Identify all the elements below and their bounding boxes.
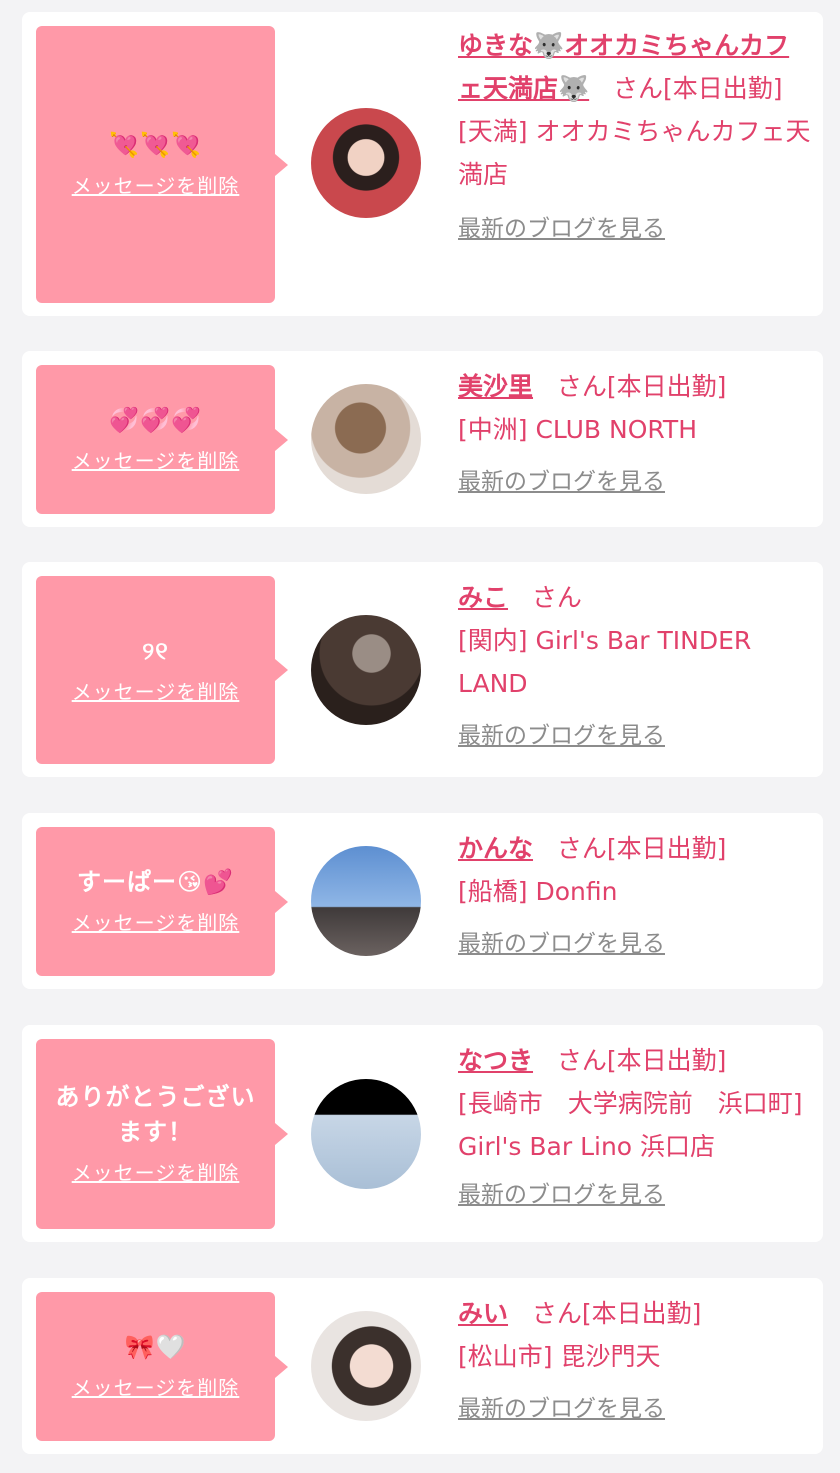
message-text: ありがとうございます！ xyxy=(55,1083,256,1146)
honorific: さん xyxy=(531,583,582,612)
avatar[interactable] xyxy=(311,1311,421,1421)
message-card: ありがとうございます！ メッセージを削除 なつき さん[本日出勤] [長崎市 大… xyxy=(22,1025,823,1242)
honorific: さん xyxy=(556,1046,607,1075)
message-card: すーぱー😘💕 メッセージを削除 かんな さん[本日出勤] [船橋] Donfin… xyxy=(22,813,823,989)
cast-info: 美沙里 さん[本日出勤] [中洲] CLUB NORTH 最新のブログを見る xyxy=(458,365,814,499)
message-text: ୨୧ xyxy=(142,636,169,665)
cast-info: みい さん[本日出勤] [松山市] 毘沙門天 最新のブログを見る xyxy=(458,1292,814,1426)
latest-blog-link[interactable]: 最新のブログを見る xyxy=(458,719,665,753)
avatar[interactable] xyxy=(311,108,421,218)
attendance-status: [本日出勤] xyxy=(606,1046,727,1075)
shop-name: [中洲] CLUB NORTH xyxy=(458,415,697,444)
message-card: 💘💘💘 メッセージを削除 ゆきな🐺オオカミちゃんカフェ天満店🐺 さん[本日出勤]… xyxy=(22,12,823,316)
message-text: 💘💘💘 xyxy=(109,131,202,159)
cast-info: ゆきな🐺オオカミちゃんカフェ天満店🐺 さん[本日出勤] [天満] オオカミちゃん… xyxy=(458,24,814,246)
honorific: さん xyxy=(613,74,664,103)
message-card: ୨୧ メッセージを削除 みこ さん [関内] Girl's Bar TINDER… xyxy=(22,562,823,777)
honorific: さん xyxy=(556,372,607,401)
avatar[interactable] xyxy=(311,384,421,494)
delete-message-link[interactable]: メッセージを削除 xyxy=(72,1158,240,1188)
message-card: 💞💞💞 メッセージを削除 美沙里 さん[本日出勤] [中洲] CLUB NORT… xyxy=(22,351,823,527)
delete-message-link[interactable]: メッセージを削除 xyxy=(72,677,240,707)
cast-name-link[interactable]: みこ xyxy=(458,583,508,612)
cast-info: みこ さん [関内] Girl's Bar TINDER LAND 最新のブログ… xyxy=(458,576,814,753)
cast-name-link[interactable]: かんな xyxy=(458,834,533,863)
message-bubble: すーぱー😘💕 メッセージを削除 xyxy=(36,827,288,976)
message-bubble: 💘💘💘 メッセージを削除 xyxy=(36,26,288,303)
shop-name: [長崎市 大学病院前 浜口町] Girl's Bar Lino 浜口店 xyxy=(458,1089,803,1161)
delete-message-link[interactable]: メッセージを削除 xyxy=(72,171,240,201)
delete-message-link[interactable]: メッセージを削除 xyxy=(72,1373,240,1403)
honorific: さん xyxy=(531,1299,582,1328)
message-text: すーぱー😘💕 xyxy=(77,868,234,896)
shop-name: [天満] オオカミちゃんカフェ天満店 xyxy=(458,117,811,189)
shop-name: [松山市] 毘沙門天 xyxy=(458,1342,661,1371)
avatar[interactable] xyxy=(311,846,421,956)
latest-blog-link[interactable]: 最新のブログを見る xyxy=(458,212,665,246)
message-bubble: ありがとうございます！ メッセージを削除 xyxy=(36,1039,288,1229)
attendance-status: [本日出勤] xyxy=(581,1299,702,1328)
message-bubble: 🎀🤍 メッセージを削除 xyxy=(36,1292,288,1441)
message-card: 🎀🤍 メッセージを削除 みい さん[本日出勤] [松山市] 毘沙門天 最新のブロ… xyxy=(22,1278,823,1454)
latest-blog-link[interactable]: 最新のブログを見る xyxy=(458,465,665,499)
cast-name-link[interactable]: 美沙里 xyxy=(458,372,533,401)
shop-name: [関内] Girl's Bar TINDER LAND xyxy=(458,626,752,698)
honorific: さん xyxy=(556,834,607,863)
message-text: 🎀🤍 xyxy=(124,1333,187,1361)
delete-message-link[interactable]: メッセージを削除 xyxy=(72,446,240,476)
message-text: 💞💞💞 xyxy=(109,406,202,434)
avatar[interactable] xyxy=(311,615,421,725)
shop-name: [船橋] Donfin xyxy=(458,877,618,906)
delete-message-link[interactable]: メッセージを削除 xyxy=(72,908,240,938)
attendance-status: [本日出勤] xyxy=(606,372,727,401)
cast-name-link[interactable]: みい xyxy=(458,1299,508,1328)
latest-blog-link[interactable]: 最新のブログを見る xyxy=(458,927,665,961)
cast-name-link[interactable]: なつき xyxy=(458,1046,533,1075)
cast-info: かんな さん[本日出勤] [船橋] Donfin 最新のブログを見る xyxy=(458,827,814,961)
latest-blog-link[interactable]: 最新のブログを見る xyxy=(458,1392,665,1426)
latest-blog-link[interactable]: 最新のブログを見る xyxy=(458,1178,665,1212)
message-bubble: ୨୧ メッセージを削除 xyxy=(36,576,288,764)
attendance-status: [本日出勤] xyxy=(663,74,783,103)
avatar[interactable] xyxy=(311,1079,421,1189)
attendance-status: [本日出勤] xyxy=(606,834,727,863)
cast-info: なつき さん[本日出勤] [長崎市 大学病院前 浜口町] Girl's Bar … xyxy=(458,1039,814,1212)
message-bubble: 💞💞💞 メッセージを削除 xyxy=(36,365,288,514)
